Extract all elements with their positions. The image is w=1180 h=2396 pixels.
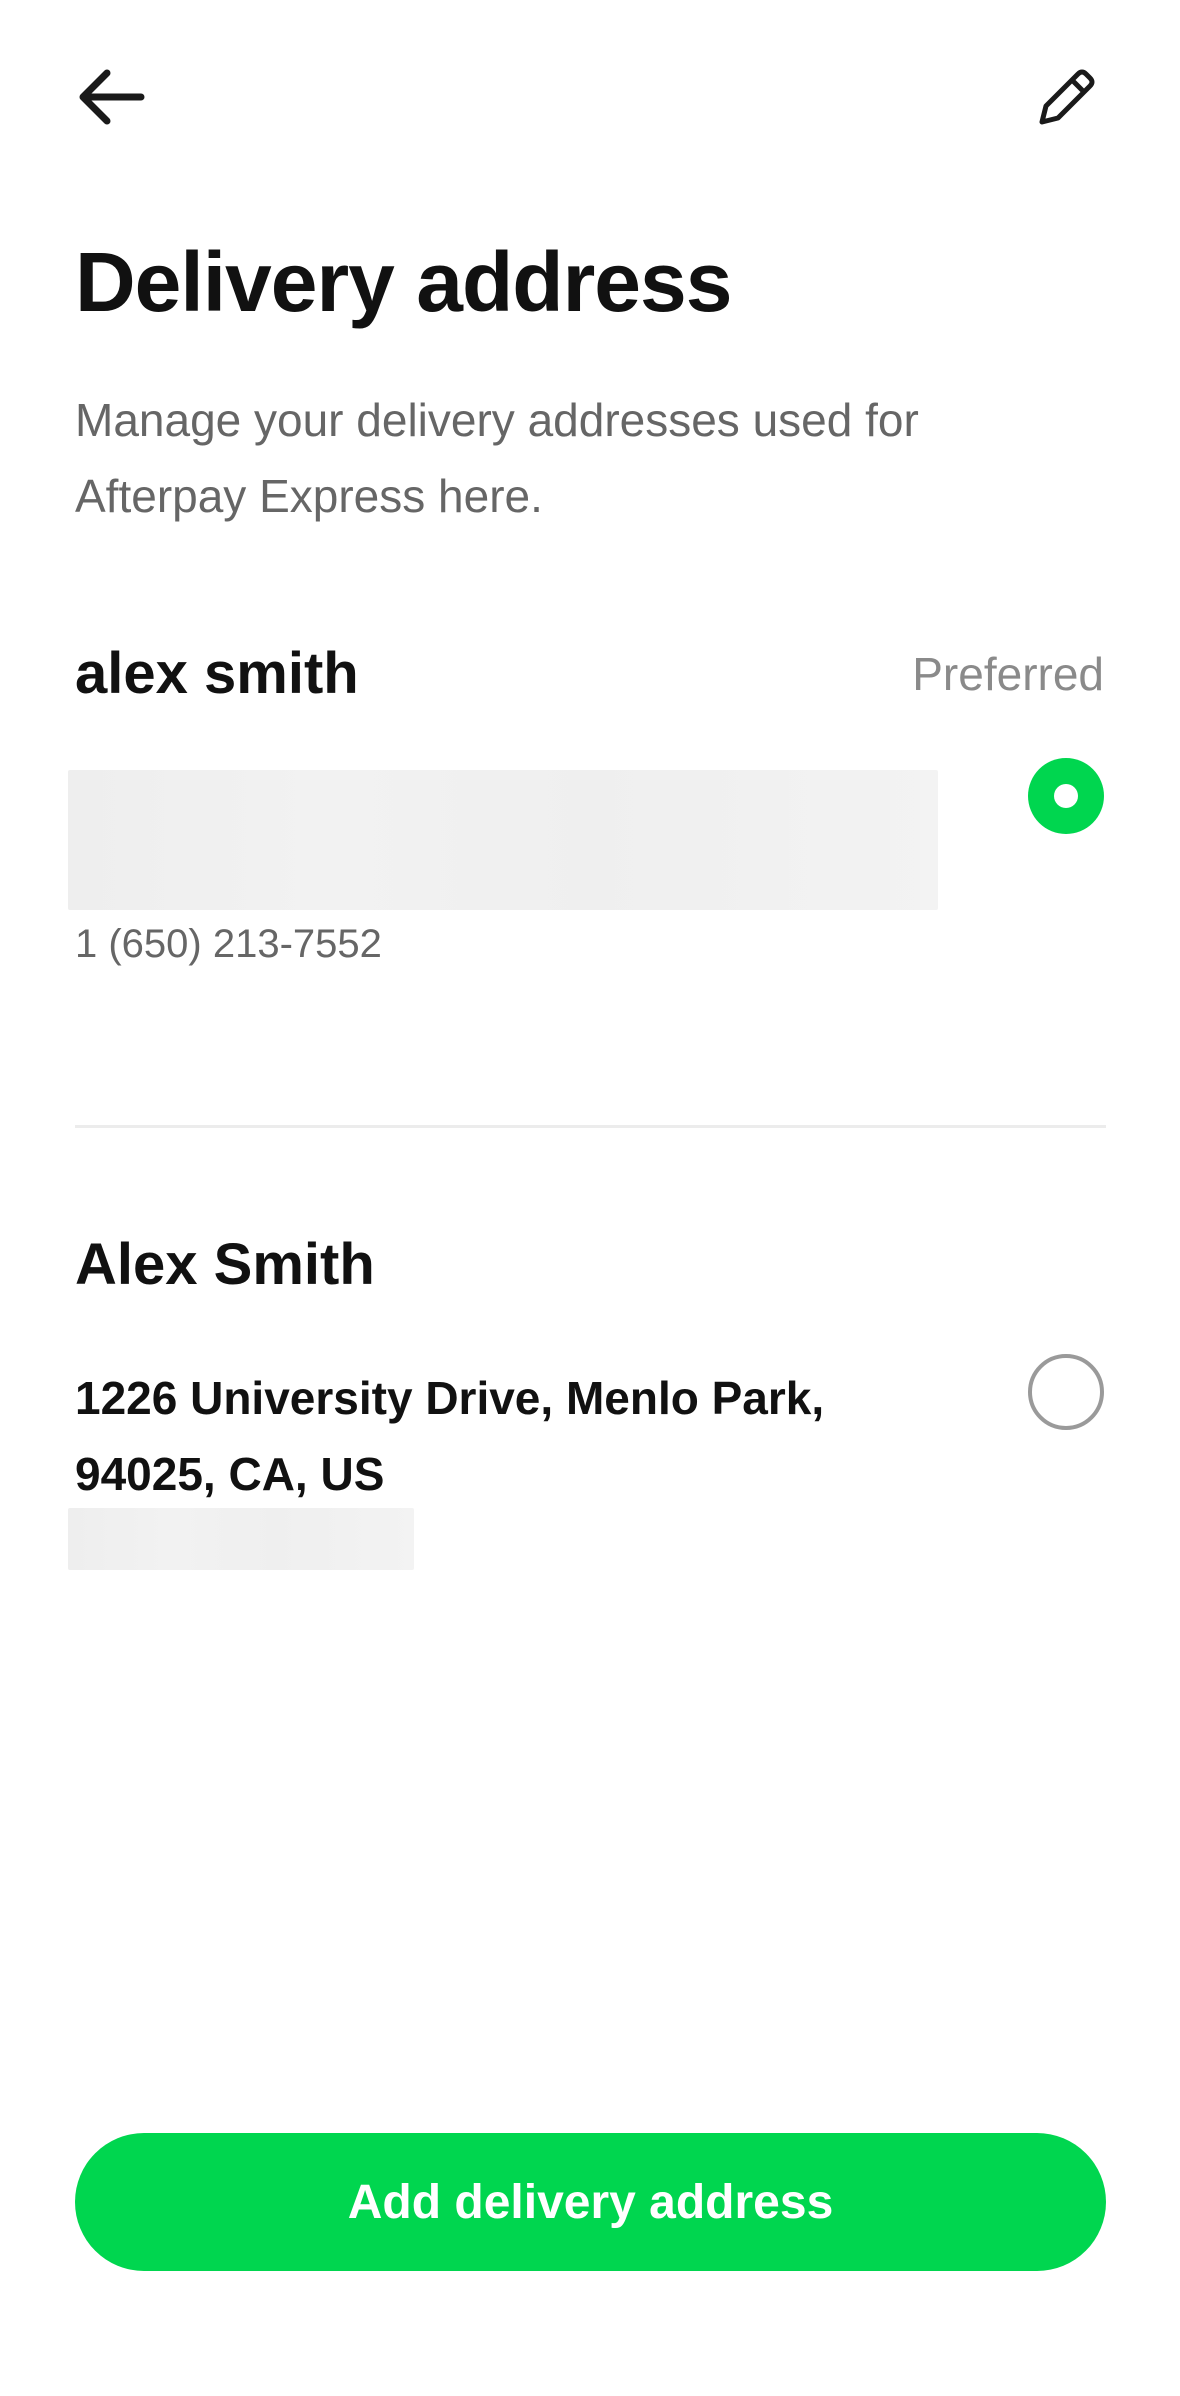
add-delivery-address-button[interactable]: Add delivery address <box>75 2133 1106 2271</box>
address-name: Alex Smith <box>75 1232 375 1297</box>
pencil-icon <box>1039 69 1095 125</box>
edit-button[interactable] <box>1022 52 1112 142</box>
address-text: 1226 University Drive, Menlo Park, 94025… <box>75 1372 825 1500</box>
address-radio-selected[interactable] <box>1028 758 1104 834</box>
arrow-left-icon <box>79 69 145 125</box>
preferred-badge: Preferred <box>912 648 1104 700</box>
redacted-phone <box>68 1508 414 1570</box>
page-title: Delivery address <box>75 235 732 329</box>
address-radio-unselected[interactable] <box>1028 1354 1104 1430</box>
top-bar <box>0 0 1180 200</box>
address-card-preferred[interactable]: alex smith Preferred 1 (650) 213-7552 <box>0 620 1180 1125</box>
page-subtitle: Manage your delivery addresses used for … <box>75 394 919 522</box>
address-phone: 1 (650) 213-7552 <box>75 922 382 966</box>
back-button[interactable] <box>66 52 156 142</box>
divider <box>75 1125 1106 1128</box>
redacted-address <box>68 770 938 910</box>
radio-dot <box>1054 784 1078 808</box>
address-name: alex smith <box>75 641 359 706</box>
address-card[interactable]: Alex Smith 1226 University Drive, Menlo … <box>0 1200 1180 1620</box>
